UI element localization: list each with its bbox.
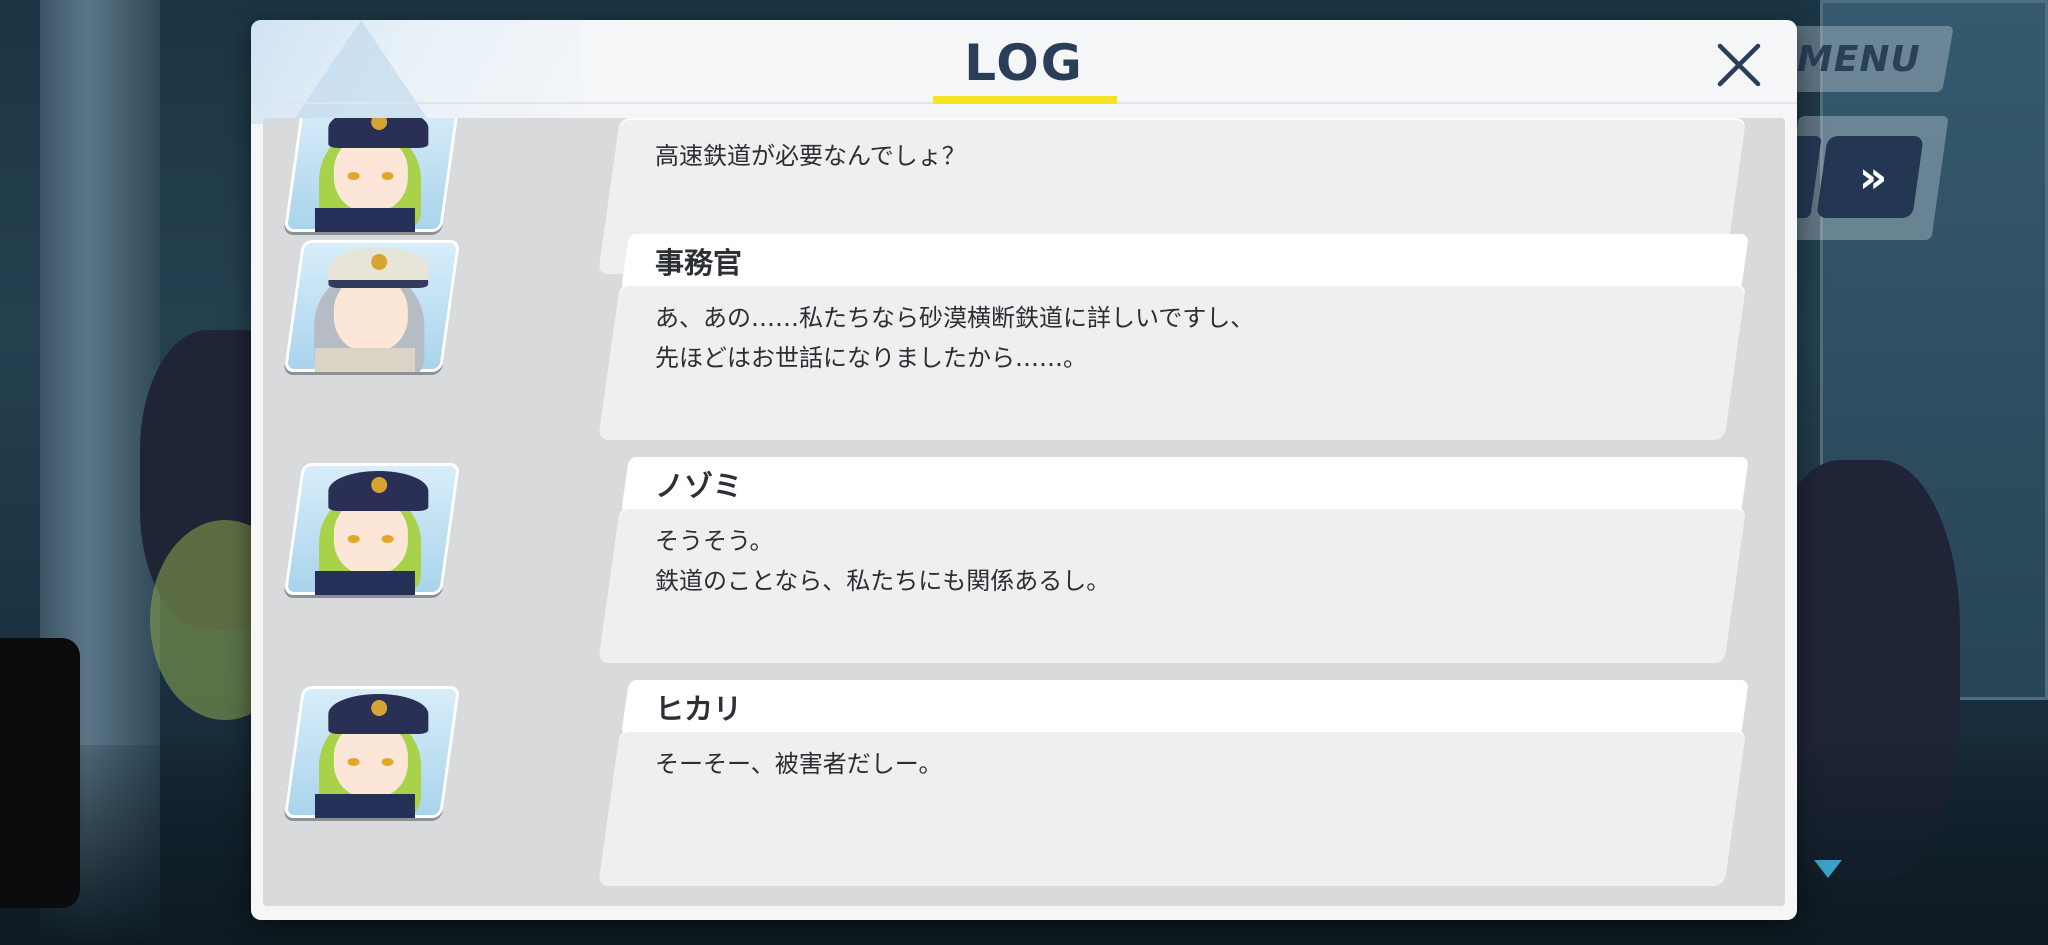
message-line-2: 先ほどはお世話になりましたから……。 [655,344,1087,372]
left-side-panel [0,638,80,908]
message-line-1: そーそー、被害者だしー。 [655,750,943,778]
fast-forward-button[interactable]: » [1816,136,1924,218]
portrait-uniform [314,571,415,595]
portrait-eye [381,535,394,543]
next-indicator-icon [1814,860,1842,878]
fast-forward-icon: » [1858,151,1882,203]
log-header: LOG [251,20,1797,104]
portrait-uniform [314,794,415,818]
portrait-eye [347,758,360,766]
character-portrait [283,463,461,595]
portrait-uniform [314,208,415,232]
menu-label: MENU [1797,38,1921,80]
character-portrait [283,686,461,818]
log-entry: 事務官 あ、あの……私たちなら砂漠横断鉄道に詳しいですし、 先ほどはお世話になり… [263,230,1785,440]
message-line-1: あ、あの……私たちなら砂漠横断鉄道に詳しいですし、 [655,304,1255,332]
speaker-name: ヒカリ [655,692,743,726]
portrait-badge [371,477,388,493]
close-icon [1717,43,1761,87]
log-entry: ノゾミ そうそう。 鉄道のことなら、私たちにも関係あるし。 [263,453,1785,663]
speaker-name-plate [621,234,1749,290]
message-line-2: 鉄道のことなら、私たちにも関係あるし。 [655,567,1111,595]
close-button[interactable] [1704,30,1774,100]
portrait-badge [371,254,388,270]
portrait-uniform [314,348,415,372]
character-portrait [283,118,461,232]
portrait-eye [381,758,394,766]
speaker-name: ノゾミ [655,469,743,503]
speaker-name-plate [621,680,1749,736]
log-dialog: LOG 高速鉄道が必要なんでしょ？ 事務官 あ、あの……私たちなら砂漠横断鉄道に… [251,20,1797,920]
log-list[interactable]: 高速鉄道が必要なんでしょ？ 事務官 あ、あの……私たちなら砂漠横断鉄道に詳しいで… [263,118,1785,906]
log-entry: ヒカリ そーそー、被害者だしー。 [263,676,1785,886]
log-entry: 高速鉄道が必要なんでしょ？ [263,118,1785,274]
message-line-1: そうそう。 [655,527,774,555]
speaker-name: 事務官 [655,246,743,280]
speaker-name-plate [621,457,1749,513]
title-underline [933,96,1117,104]
message-line-1: 高速鉄道が必要なんでしょ？ [655,142,966,170]
log-title: LOG [964,34,1084,92]
portrait-eye [347,172,360,180]
portrait-eye [347,535,360,543]
portrait-eye [381,172,394,180]
character-portrait [283,240,461,372]
portrait-badge [371,700,388,716]
